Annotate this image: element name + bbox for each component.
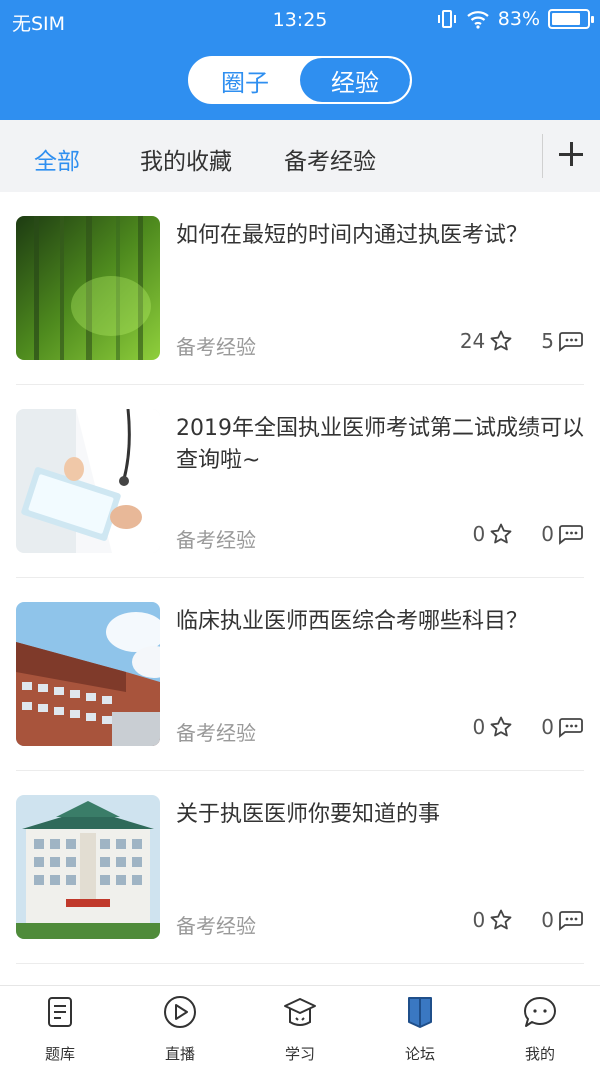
comment-count: 0 <box>541 715 554 739</box>
segment-circle[interactable]: 圈子 <box>190 58 300 102</box>
star-icon[interactable] <box>489 522 513 546</box>
star-icon[interactable] <box>489 908 513 932</box>
tabbar-label: 直播 <box>164 1045 195 1063</box>
article-thumbnail <box>16 409 160 553</box>
play-icon <box>164 996 196 1028</box>
comment-count: 5 <box>541 329 554 353</box>
comment-icon[interactable] <box>558 909 584 931</box>
article-stats: 0 0 <box>473 908 584 932</box>
battery-fill <box>552 13 581 25</box>
tab-divider <box>542 134 543 178</box>
comment-icon[interactable] <box>558 330 584 352</box>
article-title: 如何在最短的时间内通过执医考试？ <box>176 223 529 248</box>
tabbar-label: 学习 <box>284 1045 315 1063</box>
comment-icon[interactable] <box>558 523 584 545</box>
favorite-count: 24 <box>459 329 486 353</box>
battery-percent: 83% <box>497 8 540 30</box>
article-tag: 备考经验 <box>176 914 256 938</box>
list-item[interactable]: 如何在最短的时间内通过执医考试？ 备考经验 24 5 <box>0 192 600 385</box>
tabbar-live[interactable]: 直播 <box>120 986 240 1067</box>
segment-control: 圈子 经验 <box>188 56 412 104</box>
vibrate-icon <box>437 10 456 28</box>
tab-all[interactable]: 全部 <box>34 142 80 176</box>
article-thumbnail <box>16 795 160 939</box>
list-item[interactable]: 关于执医医师你要知道的事 备考经验 0 0 <box>0 771 600 964</box>
article-stats: 0 0 <box>473 522 584 546</box>
chat-bubble-icon <box>524 997 556 1027</box>
comment-count: 0 <box>541 908 554 932</box>
status-right: 83% <box>436 8 594 30</box>
list-item[interactable]: 2019年全国执业医师考试第二试成绩可以查询啦~ 备考经验 0 0 <box>0 385 600 578</box>
tabbar-study[interactable]: 学习 <box>240 986 360 1067</box>
list-divider <box>16 963 584 964</box>
tab-my-favorites[interactable]: 我的收藏 <box>140 142 232 176</box>
list-item[interactable]: 临床执业医师西医综合考哪些科目？ 备考经验 0 0 <box>0 578 600 771</box>
comment-count: 0 <box>541 522 554 546</box>
tabbar-label: 我的 <box>524 1045 555 1063</box>
article-tag: 备考经验 <box>176 335 256 359</box>
article-thumbnail <box>16 216 160 360</box>
article-stats: 0 0 <box>473 715 584 739</box>
tabbar-question-bank[interactable]: 题库 <box>0 986 120 1067</box>
segment-experience[interactable]: 经验 <box>300 58 410 102</box>
article-title: 2019年全国执业医师考试第二试成绩可以查询啦~ <box>176 416 584 473</box>
tabbar-label: 题库 <box>44 1045 75 1063</box>
favorite-count: 0 <box>472 908 486 932</box>
article-thumbnail <box>16 602 160 746</box>
article-stats: 24 5 <box>460 329 584 353</box>
bookmark-icon <box>408 997 432 1028</box>
article-tag: 备考经验 <box>176 721 256 745</box>
article-title: 临床执业医师西医综合考哪些科目？ <box>176 609 529 634</box>
article-tag: 备考经验 <box>176 528 256 552</box>
tabbar-label: 论坛 <box>404 1045 435 1063</box>
article-title: 关于执医医师你要知道的事 <box>176 802 441 827</box>
app-header: 无SIM 13:25 83% 圈子 经验 <box>0 0 600 120</box>
article-list: 如何在最短的时间内通过执医考试？ 备考经验 24 5 2019年全国执业医师考试… <box>0 192 600 964</box>
tab-exam-prep[interactable]: 备考经验 <box>284 142 376 176</box>
document-icon <box>48 997 72 1027</box>
star-icon[interactable] <box>489 329 513 353</box>
favorite-count: 0 <box>472 715 486 739</box>
tabbar-mine[interactable]: 我的 <box>480 986 600 1067</box>
star-icon[interactable] <box>489 715 513 739</box>
category-tabs: 全部 我的收藏 备考经验 <box>0 120 600 192</box>
tabbar-forum[interactable]: 论坛 <box>360 986 480 1067</box>
wifi-icon <box>467 11 489 29</box>
status-bar: 无SIM 13:25 83% <box>0 0 600 42</box>
graduation-cap-icon <box>284 998 316 1026</box>
add-category-button[interactable] <box>556 138 588 170</box>
comment-icon[interactable] <box>558 716 584 738</box>
favorite-count: 0 <box>472 522 486 546</box>
bottom-tab-bar: 题库 直播 学习 论坛 我的 <box>0 985 600 1067</box>
battery-icon <box>548 9 594 29</box>
